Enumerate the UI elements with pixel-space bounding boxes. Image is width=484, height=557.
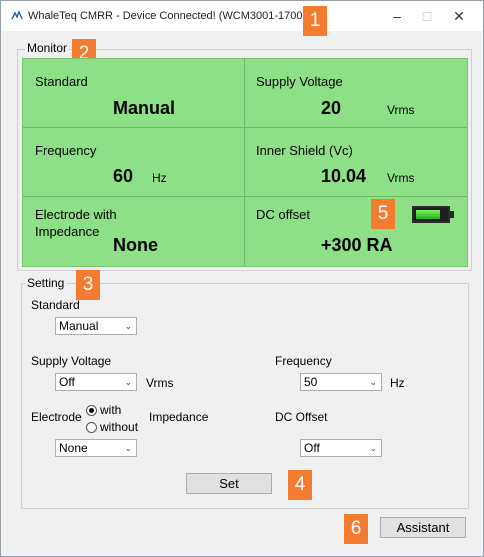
frequency-select-value: 50 bbox=[304, 375, 318, 389]
monitor-frequency-label: Frequency bbox=[35, 143, 97, 158]
window-title: WhaleTeq CMRR - Device Connected! (WCM30… bbox=[28, 10, 319, 22]
minimize-button[interactable]: – bbox=[387, 7, 407, 25]
app-icon bbox=[11, 10, 23, 20]
monitor-group-label: Monitor bbox=[25, 41, 70, 55]
close-button[interactable]: ✕ bbox=[449, 7, 469, 25]
monitor-electrode-label-2: Impedance bbox=[35, 224, 100, 239]
dc-offset-select[interactable]: Off ⌄ bbox=[300, 439, 382, 457]
monitor-shield-label: Inner Shield (Vc) bbox=[256, 143, 353, 158]
monitor-shield-unit: Vrms bbox=[387, 171, 415, 185]
chevron-down-icon: ⌄ bbox=[124, 377, 132, 387]
setting-group-label: Setting bbox=[25, 276, 67, 290]
setting-frequency-label: Frequency bbox=[275, 354, 332, 368]
app-window: WhaleTeq CMRR - Device Connected! (WCM30… bbox=[0, 0, 484, 557]
setting-supply-unit: Vrms bbox=[146, 376, 174, 390]
monitor-electrode-label: Electrode with bbox=[35, 207, 117, 222]
marker-6: 6 bbox=[344, 514, 368, 544]
monitor-supply-cell bbox=[245, 59, 467, 128]
chevron-down-icon: ⌄ bbox=[124, 321, 132, 331]
monitor-shield-value: 10.04 bbox=[321, 166, 367, 186]
monitor-standard-label: Standard bbox=[35, 74, 88, 89]
standard-select-value: Manual bbox=[59, 319, 99, 333]
radio-with-label[interactable]: with bbox=[100, 403, 121, 417]
setting-frequency-unit: Hz bbox=[390, 376, 405, 390]
monitor-frequency-value: 60 bbox=[113, 166, 134, 186]
impedance-select[interactable]: None ⌄ bbox=[55, 439, 137, 457]
radio-without-label[interactable]: without bbox=[100, 420, 138, 434]
supply-voltage-select[interactable]: Off ⌄ bbox=[55, 373, 137, 391]
standard-select[interactable]: Manual ⌄ bbox=[55, 317, 137, 335]
setting-supply-label: Supply Voltage bbox=[31, 354, 112, 368]
chevron-down-icon: ⌄ bbox=[124, 443, 132, 453]
monitor-frequency-cell bbox=[23, 128, 245, 197]
marker-5: 5 bbox=[371, 199, 395, 229]
frequency-select[interactable]: 50 ⌄ bbox=[300, 373, 382, 391]
set-button[interactable]: Set bbox=[186, 473, 272, 494]
setting-dc-offset-label: DC Offset bbox=[275, 410, 328, 424]
chevron-down-icon: ⌄ bbox=[369, 377, 377, 387]
impedance-select-value: None bbox=[59, 441, 88, 455]
marker-4: 4 bbox=[288, 470, 312, 500]
dc-offset-select-value: Off bbox=[304, 441, 320, 455]
radio-selected-dot bbox=[89, 408, 94, 413]
monitor-dc-label: DC offset bbox=[256, 207, 310, 222]
battery-tip bbox=[450, 211, 454, 218]
setting-electrode-label: Electrode bbox=[31, 410, 82, 424]
marker-3: 3 bbox=[76, 270, 100, 300]
monitor-frequency-unit: Hz bbox=[152, 171, 167, 185]
assistant-button[interactable]: Assistant bbox=[380, 517, 466, 538]
monitor-electrode-value: None bbox=[113, 235, 158, 255]
monitor-standard-value: Manual bbox=[113, 98, 176, 118]
setting-standard-label: Standard bbox=[31, 298, 80, 312]
chevron-down-icon: ⌄ bbox=[369, 443, 377, 453]
monitor-panel: Standard Manual Supply Voltage 20 Vrms F… bbox=[22, 58, 468, 267]
monitor-dc-value: +300 RA bbox=[321, 235, 393, 255]
maximize-button[interactable]: □ bbox=[417, 7, 437, 25]
marker-1: 1 bbox=[303, 6, 327, 36]
monitor-supply-value: 20 bbox=[321, 98, 342, 118]
supply-voltage-select-value: Off bbox=[59, 375, 75, 389]
setting-impedance-label: Impedance bbox=[149, 410, 209, 424]
monitor-supply-unit: Vrms bbox=[387, 103, 415, 117]
battery-fill bbox=[416, 210, 440, 219]
monitor-supply-label: Supply Voltage bbox=[256, 74, 343, 89]
battery-icon bbox=[412, 206, 450, 223]
title-bar[interactable]: WhaleTeq CMRR - Device Connected! (WCM30… bbox=[1, 1, 483, 31]
radio-with[interactable] bbox=[86, 405, 97, 416]
radio-without[interactable] bbox=[86, 422, 97, 433]
